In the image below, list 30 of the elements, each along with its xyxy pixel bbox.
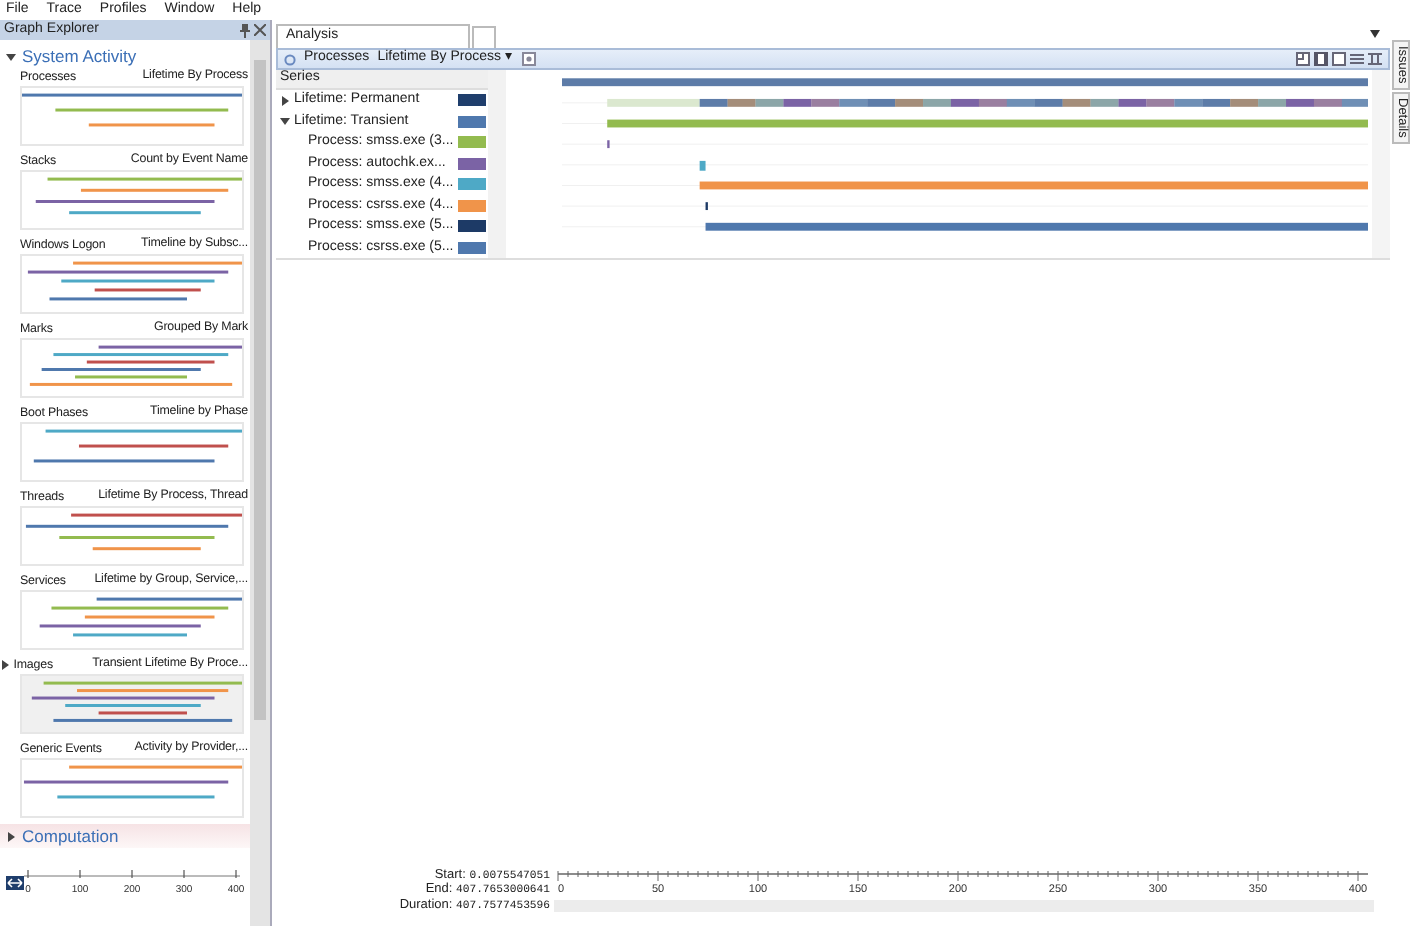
scrollbar[interactable] bbox=[1372, 70, 1390, 258]
pin-icon[interactable] bbox=[240, 23, 251, 37]
graph-thumbnail[interactable] bbox=[20, 170, 244, 231]
resize-icon[interactable] bbox=[6, 876, 24, 890]
collapsed-icon[interactable] bbox=[6, 831, 16, 842]
graph-thumbnail[interactable] bbox=[20, 422, 244, 483]
section-title[interactable]: System Activity bbox=[22, 46, 137, 67]
blank-view-icon[interactable] bbox=[1332, 52, 1346, 66]
graph-thumbnail[interactable] bbox=[20, 86, 244, 147]
close-icon[interactable] bbox=[254, 23, 266, 35]
graph-view-icon[interactable] bbox=[1314, 52, 1328, 66]
split-view-icon[interactable] bbox=[1368, 52, 1382, 66]
scrollbar[interactable] bbox=[488, 70, 507, 258]
graph-thumbnail[interactable] bbox=[20, 254, 244, 315]
expanded-icon[interactable] bbox=[6, 51, 16, 62]
expanded-icon[interactable] bbox=[280, 116, 290, 127]
graph-thumbnail[interactable] bbox=[20, 338, 244, 399]
collapsed-icon[interactable] bbox=[280, 95, 290, 106]
scrollbar[interactable] bbox=[250, 40, 270, 926]
settings-icon[interactable] bbox=[521, 52, 535, 66]
graph-thumbnail[interactable] bbox=[20, 590, 244, 651]
graph-thumbnail[interactable] bbox=[20, 506, 244, 567]
collapsed-icon[interactable] bbox=[0, 660, 10, 671]
window-icon[interactable] bbox=[1296, 52, 1310, 66]
graph-icon bbox=[284, 53, 296, 65]
dropdown-icon[interactable] bbox=[1370, 30, 1380, 38]
table-view-icon[interactable] bbox=[1350, 52, 1364, 66]
graph-thumbnail[interactable] bbox=[20, 758, 244, 819]
graph-thumbnail[interactable] bbox=[20, 674, 244, 735]
lifetime-bar[interactable] bbox=[607, 98, 1369, 107]
